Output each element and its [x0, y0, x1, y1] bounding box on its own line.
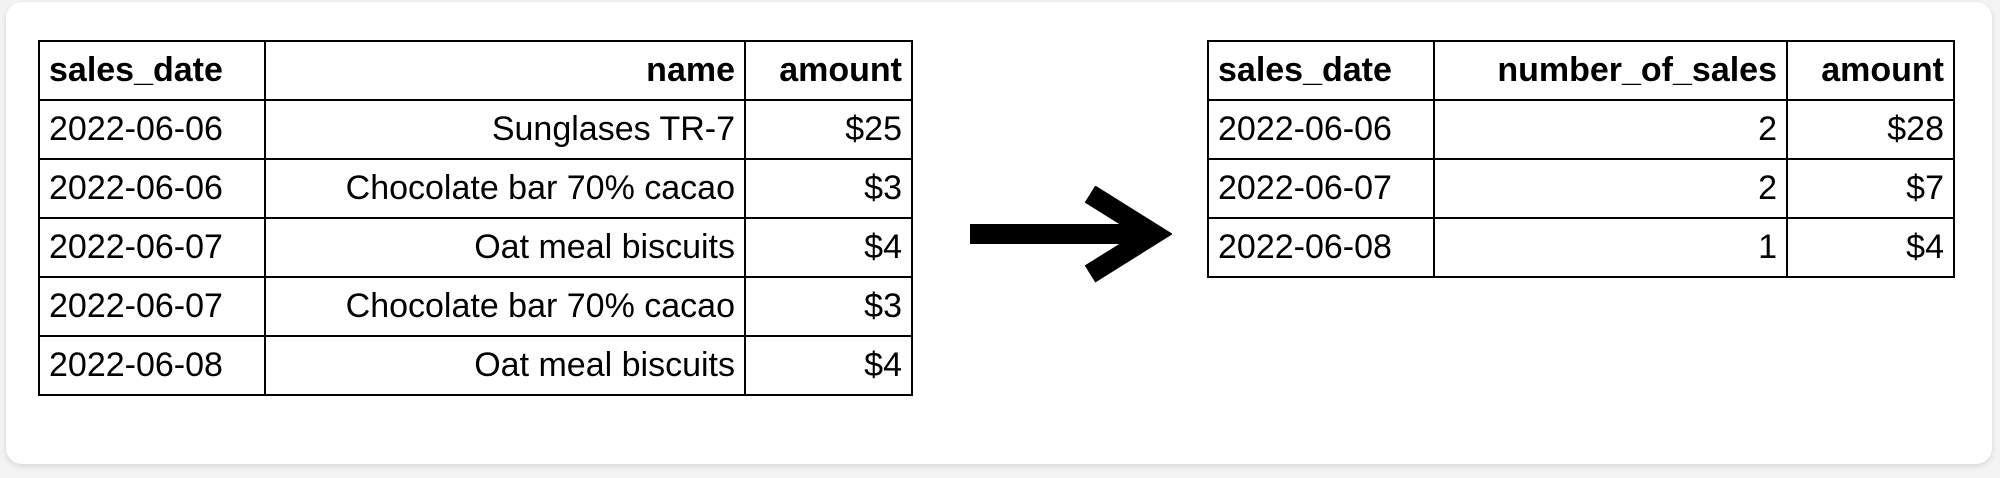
table-row: 2022-06-06 2 $28 [1207, 99, 1955, 160]
cell-sales-date: 2022-06-06 [38, 158, 266, 219]
source-sales-table: sales_date name amount 2022-06-06 Sungla… [38, 40, 913, 396]
cell-amount: $3 [744, 276, 913, 337]
cell-sales-date: 2022-06-08 [38, 335, 266, 396]
cell-sales-date: 2022-06-06 [1207, 99, 1435, 160]
cell-number-of-sales: 1 [1433, 217, 1788, 278]
cell-sales-date: 2022-06-06 [38, 99, 266, 160]
column-header-name: name [264, 40, 746, 101]
cell-amount: $4 [1786, 217, 1955, 278]
table-header-row: sales_date number_of_sales amount [1207, 40, 1955, 101]
table-row: 2022-06-08 1 $4 [1207, 217, 1955, 278]
table-row: 2022-06-06 Chocolate bar 70% cacao $3 [38, 158, 913, 219]
table-row: 2022-06-07 Oat meal biscuits $4 [38, 217, 913, 278]
arrow-right-icon [970, 186, 1172, 283]
cell-sales-date: 2022-06-07 [38, 217, 266, 278]
cell-amount: $4 [744, 335, 913, 396]
table-row: 2022-06-06 Sunglases TR-7 $25 [38, 99, 913, 160]
cell-amount: $25 [744, 99, 913, 160]
cell-number-of-sales: 2 [1433, 158, 1788, 219]
column-header-number-of-sales: number_of_sales [1433, 40, 1788, 101]
aggregated-sales-table: sales_date number_of_sales amount 2022-0… [1207, 40, 1955, 278]
cell-name: Oat meal biscuits [264, 217, 746, 278]
column-header-sales-date: sales_date [38, 40, 266, 101]
table-header-row: sales_date name amount [38, 40, 913, 101]
cell-amount: $3 [744, 158, 913, 219]
cell-sales-date: 2022-06-08 [1207, 217, 1435, 278]
table-row: 2022-06-07 2 $7 [1207, 158, 1955, 219]
column-header-amount: amount [1786, 40, 1955, 101]
cell-amount: $4 [744, 217, 913, 278]
column-header-amount: amount [744, 40, 913, 101]
column-header-sales-date: sales_date [1207, 40, 1435, 101]
cell-name: Sunglases TR-7 [264, 99, 746, 160]
cell-name: Oat meal biscuits [264, 335, 746, 396]
cell-sales-date: 2022-06-07 [1207, 158, 1435, 219]
cell-amount: $28 [1786, 99, 1955, 160]
cell-sales-date: 2022-06-07 [38, 276, 266, 337]
table-row: 2022-06-07 Chocolate bar 70% cacao $3 [38, 276, 913, 337]
cell-name: Chocolate bar 70% cacao [264, 276, 746, 337]
cell-amount: $7 [1786, 158, 1955, 219]
table-row: 2022-06-08 Oat meal biscuits $4 [38, 335, 913, 396]
cell-name: Chocolate bar 70% cacao [264, 158, 746, 219]
cell-number-of-sales: 2 [1433, 99, 1788, 160]
